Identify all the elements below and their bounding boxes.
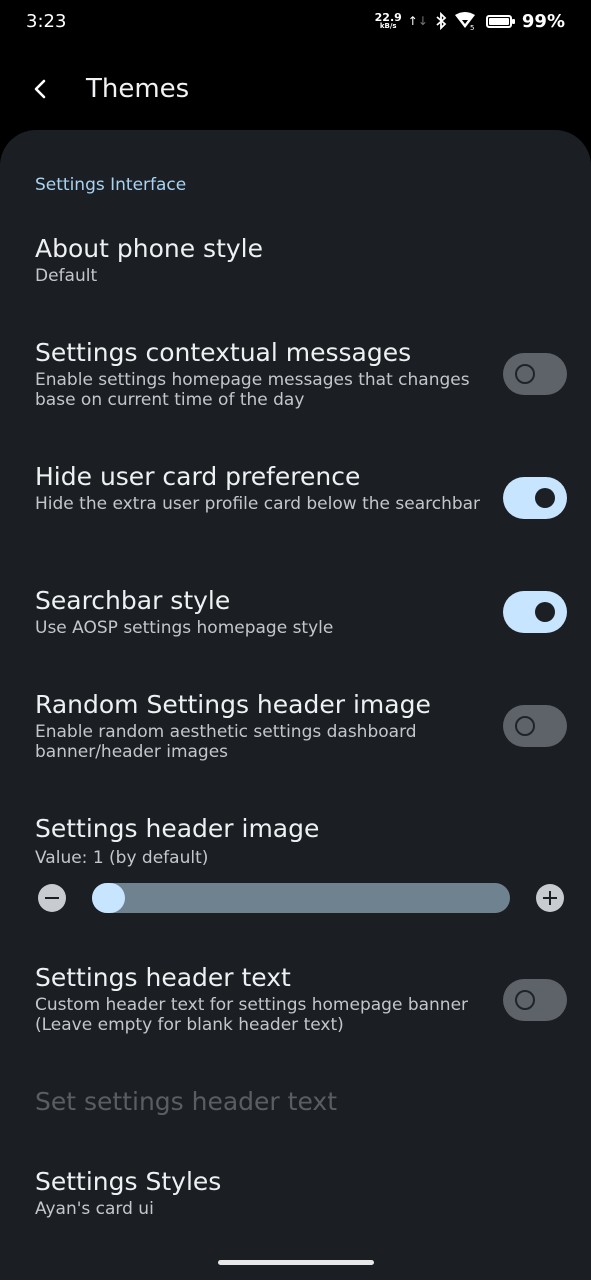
battery-icon: [485, 14, 515, 28]
searchbar-style-toggle[interactable]: [503, 591, 567, 633]
pref-title: Random Settings header image: [35, 690, 431, 719]
slider-increment-button[interactable]: [536, 884, 564, 912]
page-title: Themes: [86, 74, 190, 104]
net-speed-unit: kB/s: [379, 22, 397, 30]
pref-summary: Value: 1 (by default): [35, 848, 209, 868]
pref-settings-styles[interactable]: Settings Styles Ayan's card ui: [35, 1165, 575, 1219]
wifi-badge: 5: [470, 24, 474, 30]
pref-title: Settings header image: [35, 814, 320, 843]
pref-header-image: Settings header image Value: 1 (by defau…: [35, 812, 575, 868]
slider-decrement-button[interactable]: [38, 884, 66, 912]
pref-title: Set settings header text: [35, 1087, 338, 1116]
pref-summary: Hide the extra user profile card below t…: [35, 494, 481, 514]
pref-summary: Ayan's card ui: [35, 1199, 154, 1219]
random-header-image-toggle[interactable]: [503, 705, 567, 747]
back-chevron-icon: [34, 79, 46, 99]
status-icons: 22.9 kB/s ↑↓ 5 99%: [375, 11, 565, 32]
contextual-messages-toggle[interactable]: [503, 353, 567, 395]
pref-searchbar-style[interactable]: Searchbar style Use AOSP settings homepa…: [35, 584, 575, 638]
pref-title: Hide user card preference: [35, 462, 361, 491]
header-text-toggle[interactable]: [503, 979, 567, 1021]
section-header: Settings Interface: [35, 175, 187, 195]
pref-set-header-text[interactable]: Set settings header text: [35, 1085, 575, 1119]
slider-track[interactable]: [92, 883, 510, 913]
pref-contextual-messages[interactable]: Settings contextual messages Enable sett…: [35, 336, 575, 410]
settings-sheet: Settings Interface About phone style Def…: [0, 130, 591, 1280]
pref-summary: Enable settings homepage messages that c…: [35, 370, 470, 410]
pref-summary: Custom header text for settings homepage…: [35, 995, 469, 1035]
navigation-handle[interactable]: [218, 1260, 374, 1265]
battery-percentage: 99%: [521, 10, 565, 32]
status-bar: 3:23 22.9 kB/s ↑↓ 5 99%: [0, 0, 591, 42]
minus-icon: [45, 896, 59, 900]
pref-about-phone-style[interactable]: About phone style Default: [35, 232, 575, 286]
pref-title: About phone style: [35, 234, 263, 263]
pref-title: Settings Styles: [35, 1167, 222, 1196]
pref-title: Searchbar style: [35, 586, 231, 615]
wifi-icon: 5: [454, 12, 475, 30]
pref-summary: Enable random aesthetic settings dashboa…: [35, 722, 417, 762]
top-app-bar: Themes: [0, 60, 591, 118]
bluetooth-icon: [436, 12, 447, 30]
pref-header-text[interactable]: Settings header text Custom header text …: [35, 961, 575, 1035]
pref-title: Settings contextual messages: [35, 338, 412, 367]
network-speed-icon: 22.9 kB/s: [375, 12, 402, 30]
header-image-slider: [0, 880, 591, 916]
pref-random-header-image[interactable]: Random Settings header image Enable rand…: [35, 688, 575, 762]
status-time: 3:23: [26, 10, 67, 32]
plus-icon-vertical: [548, 891, 552, 905]
pref-summary: Default: [35, 266, 98, 286]
data-activity-icon: ↑↓: [407, 14, 428, 28]
back-button[interactable]: [0, 60, 80, 118]
pref-hide-user-card[interactable]: Hide user card preference Hide the extra…: [35, 460, 575, 514]
hide-user-card-toggle[interactable]: [503, 477, 567, 519]
slider-thumb[interactable]: [92, 883, 125, 913]
pref-summary: Use AOSP settings homepage style: [35, 618, 334, 638]
pref-title: Settings header text: [35, 963, 291, 992]
